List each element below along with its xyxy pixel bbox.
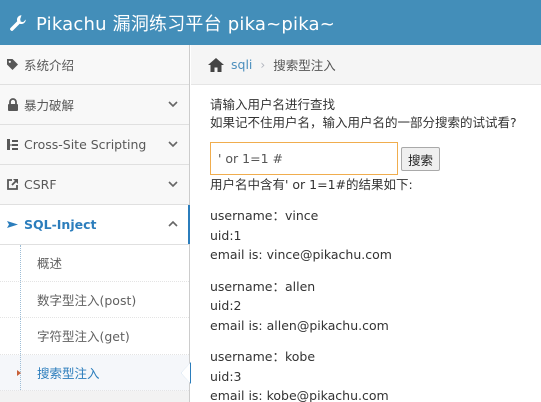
sidebar-subitem-label: 字符型注入(get) bbox=[37, 329, 130, 345]
chevron-down-icon bbox=[168, 141, 178, 148]
search-input[interactable] bbox=[210, 142, 398, 175]
sidebar-item-label: Cross-Site Scripting bbox=[24, 137, 147, 152]
sidebar-item-label: SQL-Inject bbox=[24, 217, 97, 232]
sidebar-item-label: 暴力破解 bbox=[24, 98, 75, 113]
result-uid: uid:1 bbox=[210, 227, 242, 243]
sidebar-subitem-label: 概述 bbox=[37, 256, 63, 272]
result-heading: 用户名中含有' or 1=1#的结果如下: bbox=[210, 177, 413, 192]
home-icon[interactable] bbox=[207, 57, 225, 73]
breadcrumb-current: 搜索型注入 bbox=[273, 58, 336, 73]
active-pointer bbox=[181, 362, 190, 383]
chevron-down-icon bbox=[168, 181, 178, 188]
result-email: email is: vince@pikachu.com bbox=[210, 247, 392, 262]
search-form: 搜索 bbox=[210, 142, 540, 175]
breadcrumb-link-sqli[interactable]: sqli bbox=[231, 57, 252, 72]
result-email: email is: allen@pikachu.com bbox=[210, 317, 389, 333]
result-record: username：kobe uid:3 email is: kobe@pikac… bbox=[210, 347, 540, 402]
sidebar-item-label: 系统介绍 bbox=[24, 58, 75, 73]
sidebar-item-intro[interactable]: 系统介绍 bbox=[0, 45, 189, 85]
sidebar-subitem-string-get[interactable]: 字符型注入(get) bbox=[0, 318, 189, 355]
breadcrumb-separator: › bbox=[260, 57, 266, 72]
sidebar-subitem-label: 数字型注入(post) bbox=[37, 292, 137, 308]
chevron-up-icon bbox=[168, 220, 178, 227]
sidebar-item-label: CSRF bbox=[24, 177, 57, 192]
sidebar-subitem-overview[interactable]: 概述 bbox=[0, 245, 189, 282]
sidebar-subitem-label: 搜索型注入 bbox=[37, 365, 100, 381]
search-button[interactable]: 搜索 bbox=[401, 147, 441, 171]
sitemap-icon bbox=[6, 138, 19, 151]
top-navbar: Pikachu 漏洞练习平台 pika~pika~ bbox=[0, 0, 541, 45]
sidebar-subitem-numeric-post[interactable]: 数字型注入(post) bbox=[0, 281, 189, 318]
sidebar: 系统介绍 暴力破解 Cross-Site Scripting CSRF SQL-… bbox=[0, 45, 191, 402]
result-username: username：kobe bbox=[210, 349, 316, 364]
external-link-icon bbox=[6, 178, 19, 191]
breadcrumb: sqli › 搜索型注入 bbox=[191, 45, 541, 85]
sidebar-subitem-search-inject[interactable]: 搜索型注入 bbox=[0, 354, 191, 391]
sidebar-item-csrf[interactable]: CSRF bbox=[0, 165, 189, 205]
search-prompt-line1: 请输入用户名进行查找 bbox=[210, 97, 336, 112]
app-title[interactable]: Pikachu 漏洞练习平台 pika~pika~ bbox=[36, 10, 335, 36]
result-record: username：allen uid:2 email is: allen@pik… bbox=[210, 277, 540, 336]
tag-icon bbox=[6, 58, 19, 71]
caret-right-icon bbox=[17, 369, 21, 376]
chevron-down-icon bbox=[168, 101, 178, 108]
result-uid: uid:2 bbox=[210, 298, 242, 313]
result-username: username：allen bbox=[210, 278, 316, 294]
sidebar-item-xss[interactable]: Cross-Site Scripting bbox=[0, 125, 189, 165]
result-uid: uid:3 bbox=[210, 368, 242, 384]
search-prompt-line2: 如果记不住用户名，输入用户名的一部分搜索的试试看? bbox=[210, 115, 517, 130]
result-record: username：vince uid:1 email is: vince@pik… bbox=[210, 206, 540, 265]
main-content: 请输入用户名进行查找 如果记不住用户名，输入用户名的一部分搜索的试试看? 搜索 … bbox=[210, 96, 540, 402]
plane-icon bbox=[6, 218, 19, 231]
result-email: email is: kobe@pikachu.com bbox=[210, 388, 389, 402]
lock-icon bbox=[6, 98, 19, 111]
sidebar-item-brute-force[interactable]: 暴力破解 bbox=[0, 85, 189, 125]
sidebar-item-sql-inject[interactable]: SQL-Inject bbox=[0, 205, 190, 245]
wrench-icon bbox=[10, 14, 26, 31]
result-username: username：vince bbox=[210, 208, 319, 223]
